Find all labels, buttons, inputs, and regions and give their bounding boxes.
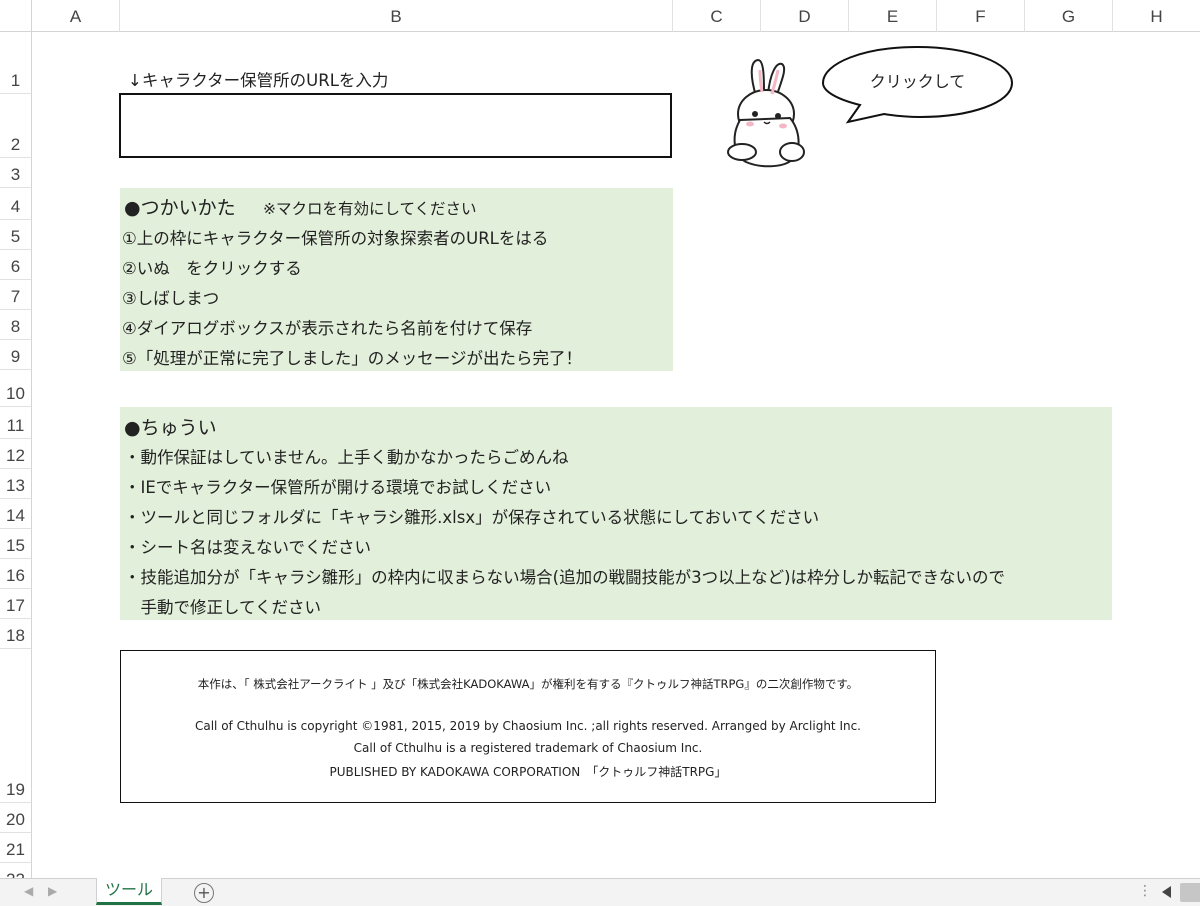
row-header-10[interactable]: 10: [0, 370, 32, 407]
url-input-box[interactable]: [119, 93, 672, 158]
row-header-2[interactable]: 2: [0, 94, 32, 158]
bubble-text: クリックして: [869, 72, 966, 91]
column-header-a[interactable]: A: [32, 0, 120, 32]
horizontal-scrollbar-thumb[interactable]: [1180, 883, 1200, 902]
row-header-11[interactable]: 11: [0, 407, 32, 439]
column-header-d[interactable]: D: [761, 0, 849, 32]
row-header-1[interactable]: 1: [0, 32, 32, 94]
publisher-line: PUBLISHED BY KADOKAWA CORPORATION 「クトゥルフ…: [329, 765, 727, 779]
add-sheet-button[interactable]: +: [194, 883, 214, 903]
row-header-15[interactable]: 15: [0, 529, 32, 559]
row-header-12[interactable]: 12: [0, 439, 32, 469]
column-header-b[interactable]: B: [120, 0, 673, 32]
row-header-5[interactable]: 5: [0, 220, 32, 250]
url-prompt-label: ↓キャラクター保管所のURLを入力: [128, 71, 389, 90]
trademark-line: Call of Cthulhu is a registered trademar…: [353, 741, 703, 755]
usage-step: ③しばしまつ: [122, 289, 220, 308]
column-header-h[interactable]: H: [1113, 0, 1200, 32]
caution-item: ・シート名は変えないでください: [124, 538, 372, 557]
bunny-macro-button[interactable]: [720, 56, 810, 171]
usage-step: ②いぬ をクリックする: [122, 259, 302, 278]
row-header-4[interactable]: 4: [0, 188, 32, 220]
caution-item: 手動で修正してください: [124, 598, 322, 617]
column-header-c[interactable]: C: [673, 0, 761, 32]
row-header-19[interactable]: 19: [0, 649, 32, 803]
usage-step: ④ダイアログボックスが表示されたら名前を付けて保存: [122, 319, 533, 338]
sheet-tab-tool[interactable]: ツール: [96, 878, 162, 905]
scroll-left-icon[interactable]: [1162, 886, 1171, 898]
usage-heading: ●つかいかた: [124, 197, 236, 219]
row-header-16[interactable]: 16: [0, 559, 32, 589]
next-sheet-arrow-icon[interactable]: ▶: [48, 884, 57, 898]
row-header-7[interactable]: 7: [0, 280, 32, 310]
row-header-13[interactable]: 13: [0, 469, 32, 499]
caution-item: ・IEでキャラクター保管所が開ける環境でお試しください: [124, 478, 552, 497]
row-header-18[interactable]: 18: [0, 619, 32, 649]
copyright-jp-line: 本作は、「 株式会社アークライト 」及び「株式会社KADOKAWA」が権利を有す…: [197, 677, 859, 691]
row-header-22[interactable]: 22: [0, 863, 32, 878]
sheet-tab-bar: ◀ ▶ ツール + ⋮: [0, 878, 1200, 906]
row-header-9[interactable]: 9: [0, 340, 32, 370]
column-header-f[interactable]: F: [937, 0, 1025, 32]
worksheet[interactable]: A B C D E F G H 1 2 3 4 5 6 7 8 9 10 11 …: [0, 0, 1200, 878]
row-header-6[interactable]: 6: [0, 250, 32, 280]
caution-item: ・動作保証はしていません。上手く動かなかったらごめんね: [124, 448, 569, 467]
usage-step: ⑤「処理が正常に完了しました」のメッセージが出たら完了！: [122, 349, 582, 368]
row-header-8[interactable]: 8: [0, 310, 32, 340]
caution-heading: ●ちゅうい: [124, 417, 217, 439]
caution-item: ・ツールと同じフォルダに「キャラシ雛形.xlsx」が保存されている状態にしておい…: [124, 508, 820, 527]
prev-sheet-arrow-icon[interactable]: ◀: [24, 884, 33, 898]
row-header-14[interactable]: 14: [0, 499, 32, 529]
macro-note: ※マクロを有効にしてください: [263, 200, 477, 218]
usage-step: ①上の枠にキャラクター保管所の対象探索者のURLをはる: [122, 229, 549, 248]
column-header-g[interactable]: G: [1025, 0, 1113, 32]
row-header-3[interactable]: 3: [0, 158, 32, 188]
more-options-icon[interactable]: ⋮: [1138, 883, 1152, 899]
row-header-17[interactable]: 17: [0, 589, 32, 619]
column-header-e[interactable]: E: [849, 0, 937, 32]
copyright-line: Call of Cthulhu is copyright ©1981, 2015…: [194, 719, 861, 733]
row-header-21[interactable]: 21: [0, 833, 32, 863]
speech-bubble: [821, 45, 1014, 124]
caution-item: ・技能追加分が「キャラシ雛形」の枠内に収まらない場合(追加の戦闘技能が3つ以上な…: [124, 568, 1006, 587]
row-header-20[interactable]: 20: [0, 803, 32, 833]
copyright-notice-box: 本作は、「 株式会社アークライト 」及び「株式会社KADOKAWA」が権利を有す…: [120, 650, 936, 803]
select-all-corner[interactable]: [0, 0, 32, 32]
